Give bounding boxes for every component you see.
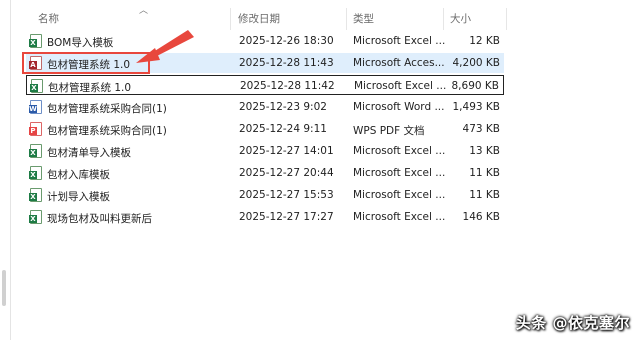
watermark-text: 头条 @依克塞尔	[515, 314, 630, 332]
annotation-arrow-icon	[136, 30, 194, 63]
